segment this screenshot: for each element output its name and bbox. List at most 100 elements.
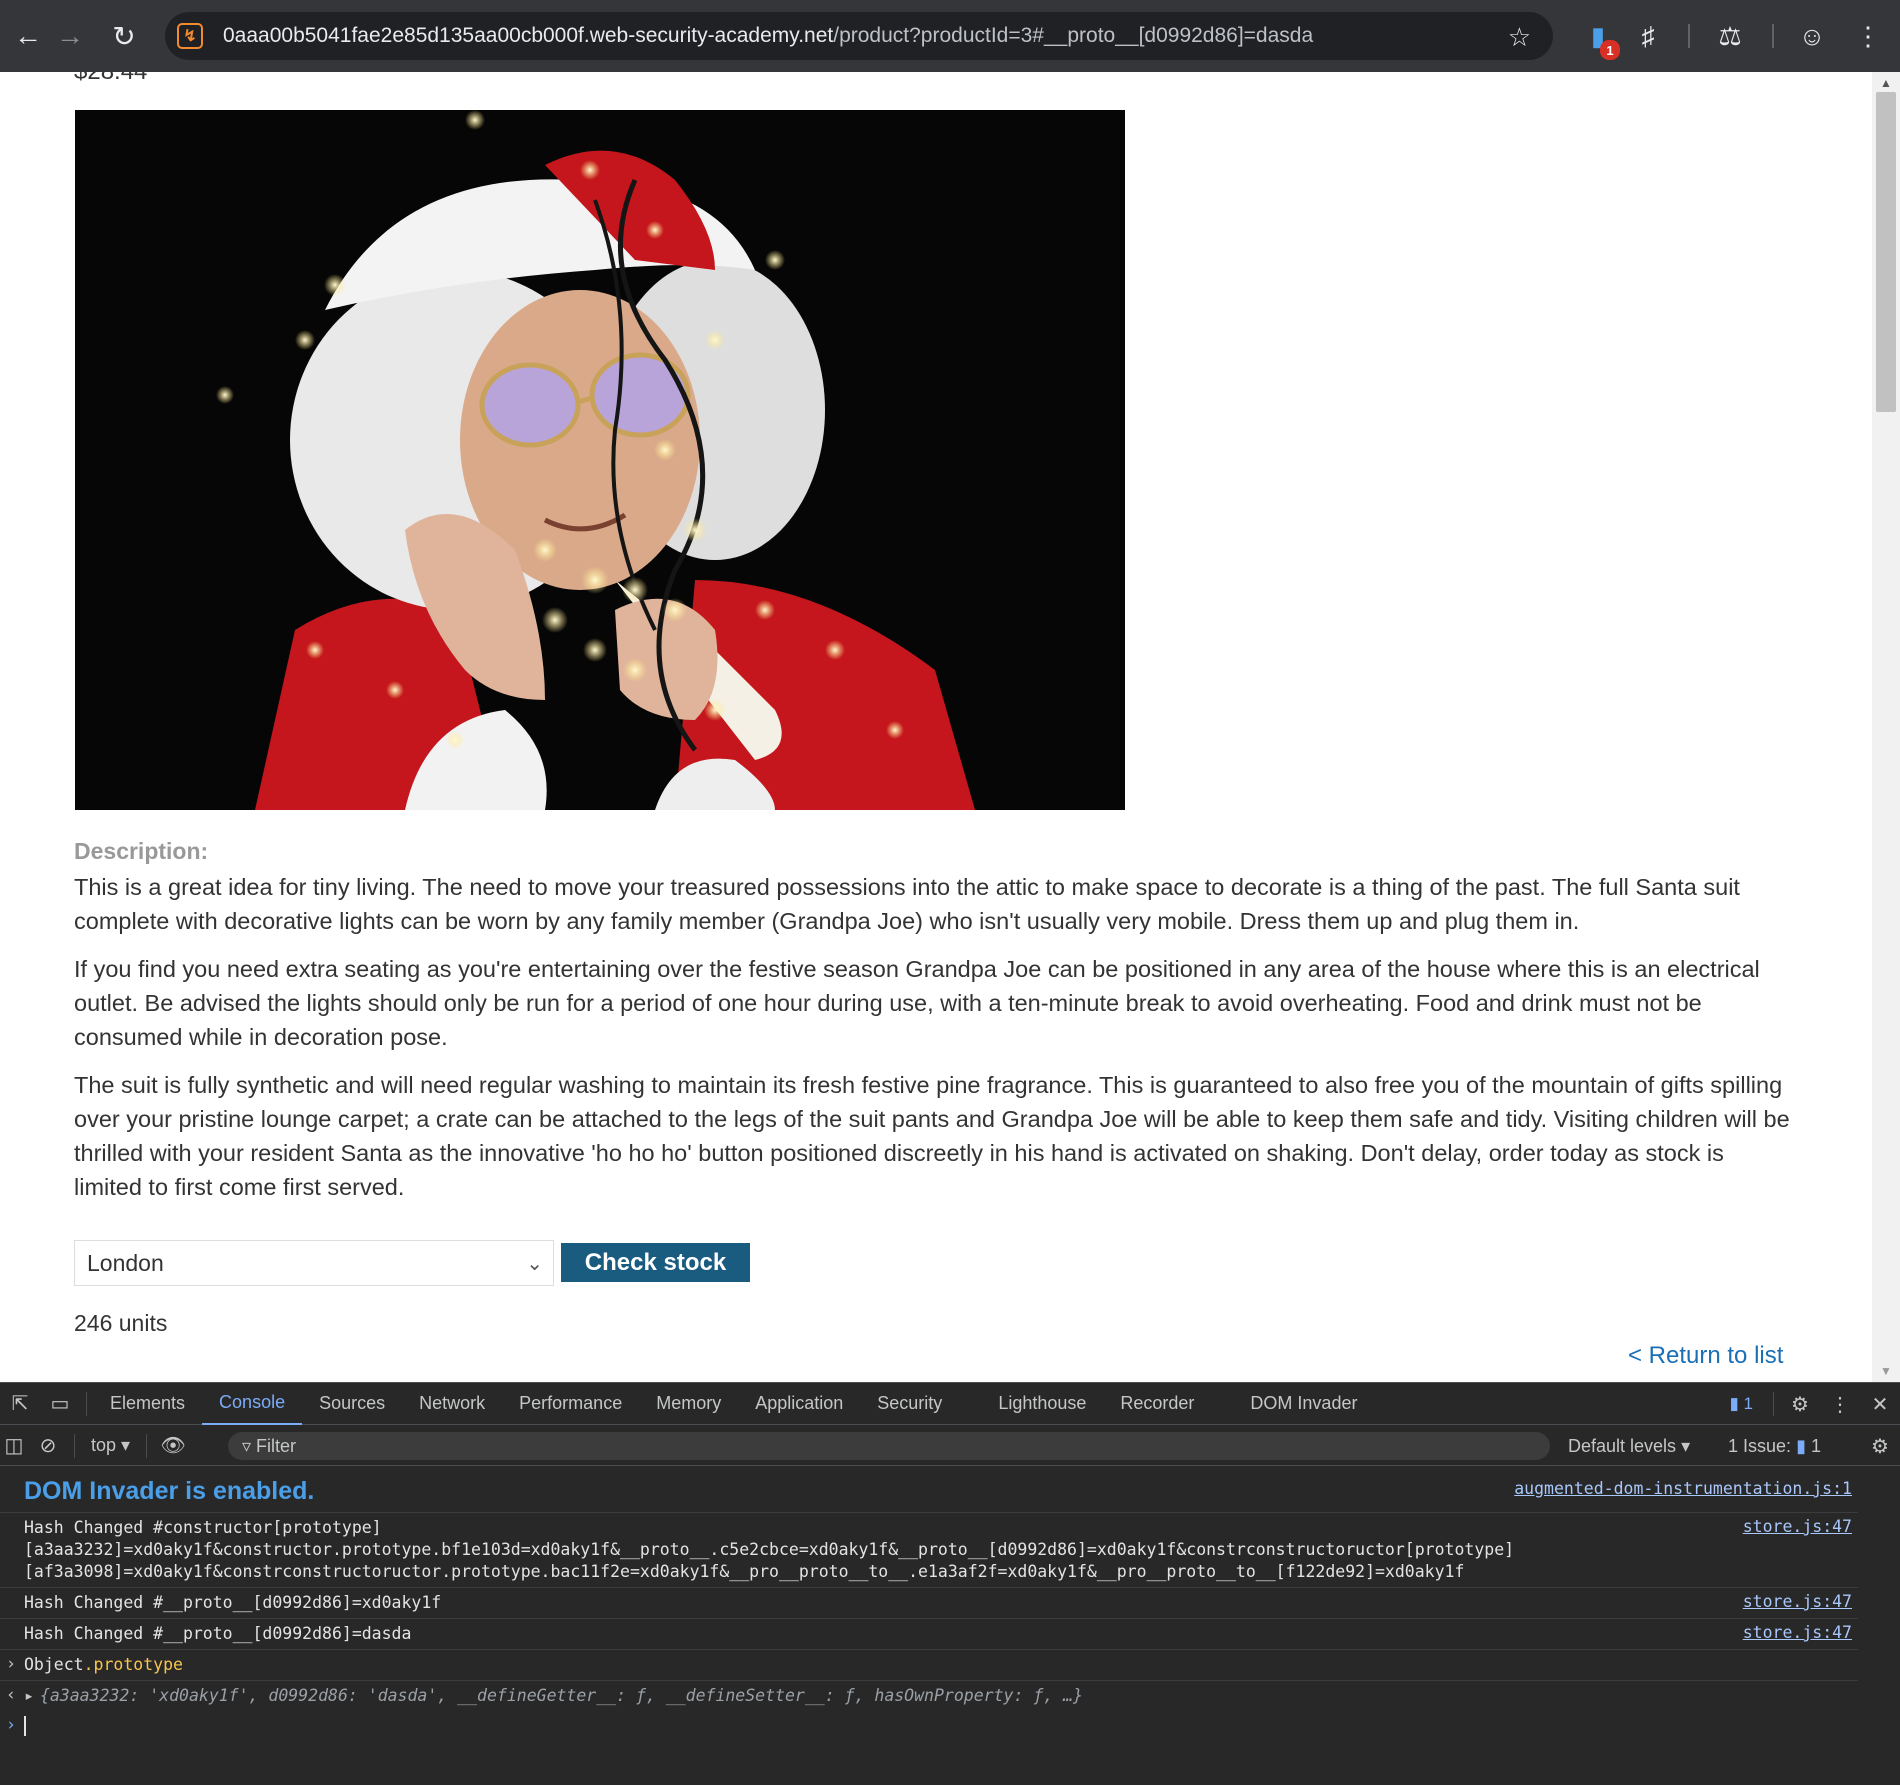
bookmark-star-icon[interactable]: ☆ — [1508, 22, 1531, 53]
devtools-tab-bar: ⇱ ▭ Elements Console Sources Network Per… — [0, 1383, 1900, 1425]
console-message: Hash Changed #__proto__[d0992d86]=dasda … — [0, 1619, 1858, 1650]
console-message: Hash Changed #constructor[prototype] [a3… — [0, 1513, 1858, 1588]
result-arrow-icon: ‹ — [6, 1685, 16, 1704]
tab-network[interactable]: Network — [402, 1383, 502, 1425]
console-toolbar: ◫ ⊘ top ▾ 👁 ▿ Filter Default levels ▾ 1 … — [0, 1426, 1900, 1466]
filter-funnel-icon: ▿ — [242, 1435, 257, 1456]
devtools-tab-actions: ▮ 1 ⚙ ⋮ ✕ — [1715, 1383, 1900, 1425]
console-filter-input[interactable]: ▿ Filter — [228, 1432, 1550, 1460]
tab-lighthouse[interactable]: Lighthouse — [981, 1383, 1103, 1425]
source-link[interactable]: store.js:47 — [1743, 1592, 1852, 1611]
messages-badge[interactable]: ▮ 1 — [1715, 1394, 1767, 1414]
reload-icon[interactable]: ↻ — [96, 0, 152, 72]
device-toolbar-icon[interactable]: ▭ — [40, 1383, 80, 1425]
tab-memory[interactable]: Memory — [639, 1383, 738, 1425]
divider — [1773, 1392, 1774, 1416]
divider — [74, 1433, 75, 1458]
address-bar[interactable]: ↯ 0aaa00b5041fae2e85d135aa00cb000f.web-s… — [165, 12, 1553, 60]
page-scrollbar[interactable]: ▲ ▼ — [1872, 72, 1900, 1382]
context-value: top — [91, 1435, 117, 1455]
console-prompt-icon: › — [6, 1715, 16, 1734]
issues-counter[interactable]: 1 Issue: ▮ 1 — [1728, 1426, 1821, 1466]
profile-icon[interactable]: ☺ — [1794, 18, 1830, 54]
log-levels-value: Default levels — [1568, 1435, 1677, 1456]
description-paragraph: The suit is fully synthetic and will nee… — [74, 1072, 1790, 1200]
console-line: Hash Changed #__proto__[d0992d86]=xd0aky… — [24, 1593, 442, 1612]
store-select-value: London — [87, 1249, 164, 1276]
menu-kebab-icon[interactable]: ⋮ — [1850, 18, 1886, 54]
console-line: [a3aa3232]=xd0aky1f&constructor.prototyp… — [24, 1540, 1515, 1559]
close-devtools-icon[interactable]: ✕ — [1860, 1383, 1900, 1425]
return-to-list-link[interactable]: < Return to list — [1628, 1342, 1783, 1370]
store-select[interactable]: London ⌄ — [74, 1240, 554, 1286]
toolbar-divider — [1688, 24, 1690, 48]
description-paragraph: This is a great idea for tiny living. Th… — [74, 874, 1740, 934]
input-property: .prototype — [83, 1655, 183, 1674]
product-description: This is a great idea for tiny living. Th… — [74, 870, 1794, 1218]
scroll-up-icon[interactable]: ▲ — [1880, 76, 1892, 90]
product-image — [75, 110, 1125, 810]
issues-count: 1 — [1810, 1435, 1821, 1456]
source-link[interactable]: store.js:47 — [1743, 1623, 1852, 1642]
inspect-element-icon[interactable]: ⇱ — [0, 1383, 40, 1425]
console-output: DOM Invader is enabled. augmented-dom-in… — [0, 1467, 1900, 1786]
context-selector[interactable]: top ▾ — [81, 1435, 140, 1456]
more-options-icon[interactable]: ⋮ — [1820, 1383, 1860, 1425]
tab-sources[interactable]: Sources — [302, 1383, 402, 1425]
check-stock-button[interactable]: Check stock — [561, 1243, 750, 1282]
stock-result: 246 units — [74, 1310, 168, 1336]
description-label: Description: — [74, 838, 209, 864]
extensions-puzzle-icon[interactable]: ♯ — [1630, 18, 1666, 54]
console-prompt-row[interactable]: › — [0, 1711, 1858, 1740]
result-object-preview[interactable]: {a3aa3232: 'xd0aky1f', d0992d86: 'dasda'… — [40, 1686, 1083, 1705]
console-line: [af3a3098]=xd0aky1f&constrconstructoruct… — [24, 1562, 1465, 1581]
chevron-down-icon: ⌄ — [526, 1253, 543, 1275]
text-cursor — [24, 1715, 26, 1736]
console-settings-gear-icon[interactable]: ⚙ — [1860, 1426, 1900, 1466]
messages-count: 1 — [1743, 1394, 1753, 1413]
browser-toolbar: ← → ↻ ↯ 0aaa00b5041fae2e85d135aa00cb000f… — [0, 0, 1900, 72]
issue-icon: ▮ — [1796, 1435, 1806, 1456]
tab-recorder[interactable]: Recorder — [1103, 1383, 1211, 1425]
log-levels-dropdown[interactable]: Default levels ▾ — [1568, 1426, 1690, 1466]
tab-console[interactable]: Console — [202, 1383, 303, 1425]
product-price: $28.44 — [74, 72, 147, 86]
console-input-echo: › Object.prototype — [0, 1650, 1858, 1681]
dom-invader-banner: DOM Invader is enabled. augmented-dom-in… — [0, 1467, 1858, 1513]
toolbar-divider — [1772, 24, 1774, 48]
divider — [146, 1433, 148, 1458]
extension-icon[interactable]: ▮ 1 — [1580, 18, 1620, 60]
tab-dom-invader[interactable]: DOM Invader — [1233, 1383, 1374, 1425]
settings-gear-icon[interactable]: ⚙ — [1780, 1383, 1820, 1425]
console-message: Hash Changed #__proto__[d0992d86]=xd0aky… — [0, 1588, 1858, 1619]
page-viewport: $28.44 — [0, 72, 1872, 1382]
input-object: Object — [24, 1655, 84, 1674]
scroll-thumb[interactable] — [1876, 92, 1896, 412]
tab-elements[interactable]: Elements — [93, 1383, 202, 1425]
input-prompt-icon: › — [6, 1654, 16, 1673]
expand-triangle-icon[interactable]: ▸ — [24, 1686, 34, 1705]
divider — [86, 1391, 87, 1416]
tab-performance[interactable]: Performance — [502, 1383, 639, 1425]
site-info-icon[interactable]: ↯ — [177, 23, 203, 49]
console-line: Hash Changed #__proto__[d0992d86]=dasda — [24, 1624, 412, 1643]
filter-placeholder: Filter — [256, 1435, 297, 1456]
clear-console-icon[interactable]: ⊘ — [28, 1425, 68, 1467]
tab-security[interactable]: Security — [860, 1383, 959, 1425]
issues-label: 1 Issue: — [1728, 1435, 1792, 1456]
labs-flask-icon[interactable]: ⚖ — [1712, 18, 1748, 54]
invader-banner-text: DOM Invader is enabled. — [24, 1477, 315, 1505]
devtools-panel: ⇱ ▭ Elements Console Sources Network Per… — [0, 1382, 1900, 1785]
live-expression-eye-icon[interactable]: 👁 — [153, 1425, 193, 1467]
source-link[interactable]: augmented-dom-instrumentation.js:1 — [1514, 1479, 1852, 1498]
console-result[interactable]: ‹ ▸ {a3aa3232: 'xd0aky1f', d0992d86: 'das… — [0, 1681, 1858, 1711]
source-link[interactable]: store.js:47 — [1743, 1517, 1852, 1536]
forward-icon[interactable]: → — [42, 0, 98, 72]
console-line: Hash Changed #constructor[prototype] — [24, 1518, 382, 1537]
tab-application[interactable]: Application — [738, 1383, 860, 1425]
sidebar-toggle-icon[interactable]: ◫ — [0, 1425, 28, 1467]
extension-badge: 1 — [1600, 40, 1620, 60]
scroll-down-icon[interactable]: ▼ — [1880, 1364, 1892, 1378]
url-text[interactable]: 0aaa00b5041fae2e85d135aa00cb000f.web-sec… — [223, 24, 1313, 48]
description-paragraph: If you find you need extra seating as yo… — [74, 956, 1760, 1050]
